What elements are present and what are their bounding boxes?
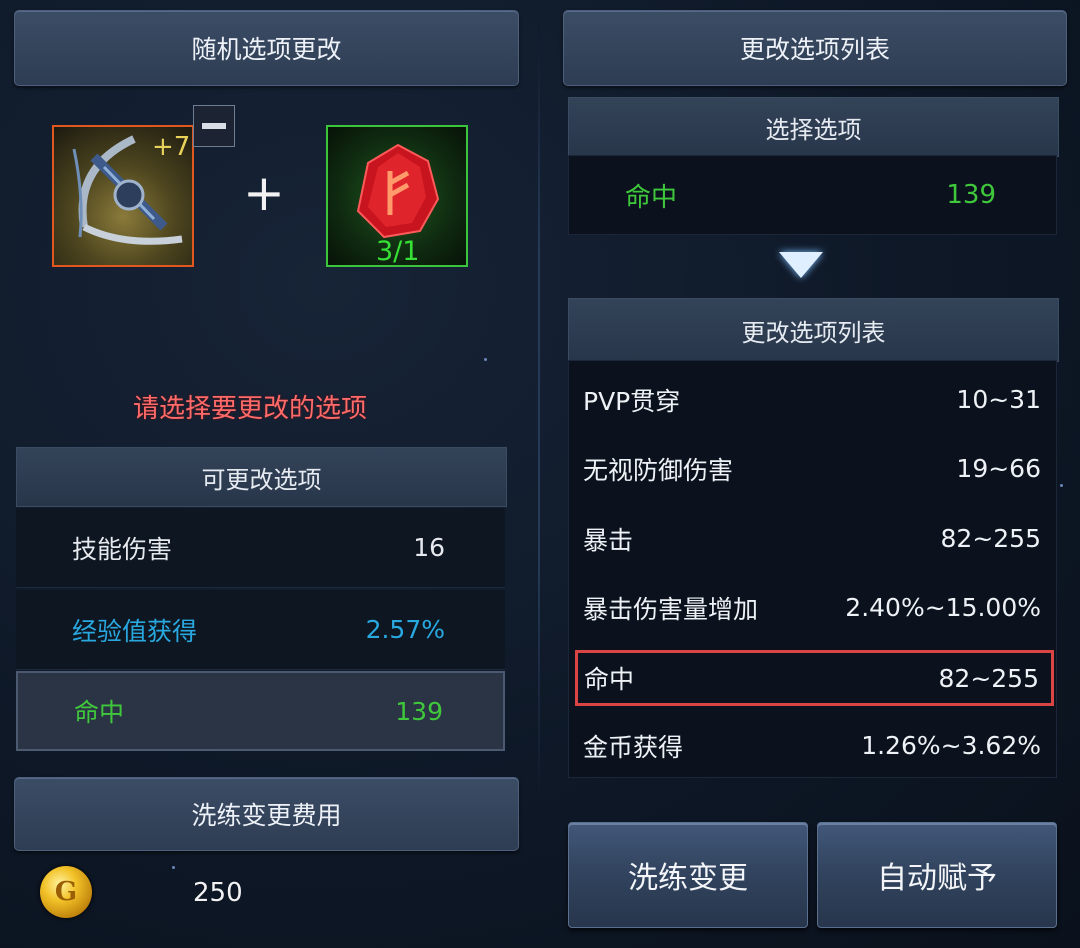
minus-icon [202, 123, 226, 129]
down-arrow-icon [779, 252, 823, 278]
list-item-range: 82~255 [938, 663, 1039, 693]
cost-header-title: 洗练变更费用 [191, 801, 342, 830]
gold-coin-icon: G [40, 866, 92, 918]
list-item-label: 无视防御伤害 [583, 455, 734, 485]
option-list-title: 更改选项列表 [741, 318, 886, 347]
list-item-label: 暴击 [583, 525, 634, 555]
remove-item-button[interactable] [193, 105, 235, 147]
option-value: 139 [395, 696, 443, 726]
list-item[interactable]: 暴击伤害量增加 2.40%~15.00% [568, 573, 1057, 642]
refine-change-label: 洗练变更 [628, 861, 748, 896]
warning-text: 请选择要更改的选项 [132, 394, 367, 424]
select-option-title: 选择选项 [765, 115, 862, 144]
changeable-options-title: 可更改选项 [201, 465, 322, 494]
change-option-list-header: 更改选项列表 [563, 10, 1067, 86]
list-item-range: 10~31 [956, 385, 1041, 414]
cost-value: 250 [193, 878, 243, 908]
list-item-range: 19~66 [956, 454, 1041, 483]
panel-divider [538, 20, 540, 790]
refine-cost-header: 洗练变更费用 [14, 777, 519, 851]
header-title: 更改选项列表 [739, 35, 890, 64]
auto-assign-button[interactable]: 自动赋予 [817, 822, 1057, 928]
rune-count: 3/1 [376, 236, 420, 267]
selected-option-label: 命中 [625, 182, 678, 213]
list-item-label: PVP贯穿 [583, 386, 681, 416]
option-label: 技能伤害 [72, 534, 173, 564]
option-row-accuracy-selected[interactable]: 命中 139 [16, 671, 505, 751]
list-item[interactable]: 无视防御伤害 19~66 [568, 434, 1057, 503]
refine-change-button[interactable]: 洗练变更 [568, 822, 808, 928]
list-item-label: 金币获得 [583, 732, 684, 762]
enhance-level: +7 [152, 132, 191, 162]
option-row-skill-damage[interactable]: 技能伤害 16 [16, 508, 505, 588]
option-value: 16 [413, 533, 445, 562]
header-title: 随机选项更改 [191, 35, 342, 64]
option-label: 命中 [74, 698, 125, 727]
option-row-exp-gain[interactable]: 经验值获得 2.57% [16, 590, 505, 670]
list-item[interactable]: 金币获得 1.26%~3.62% [568, 711, 1057, 780]
list-item-range: 82~255 [940, 524, 1041, 553]
list-item-label: 暴击伤害量增加 [583, 594, 759, 624]
star-dot [172, 866, 175, 869]
list-item-highlighted[interactable]: 命中 82~255 [575, 650, 1054, 706]
auto-assign-label: 自动赋予 [877, 861, 997, 896]
random-option-change-header: 随机选项更改 [14, 10, 519, 86]
star-dot [1060, 484, 1063, 487]
plus-icon: + [243, 164, 285, 222]
selected-option: 命中 139 [568, 155, 1057, 235]
list-item-label: 命中 [584, 665, 635, 694]
select-option-header: 选择选项 [568, 97, 1059, 157]
selected-option-value: 139 [946, 180, 996, 210]
list-item[interactable]: 暴击 82~255 [568, 504, 1057, 573]
option-value: 2.57% [365, 615, 445, 644]
option-list-header: 更改选项列表 [568, 298, 1059, 362]
option-label: 经验值获得 [72, 616, 198, 646]
star-dot [484, 358, 487, 361]
list-item[interactable]: PVP贯穿 10~31 [568, 365, 1057, 434]
list-item-range: 1.26%~3.62% [861, 731, 1041, 760]
list-item-range: 2.40%~15.00% [845, 593, 1041, 622]
changeable-options-header: 可更改选项 [16, 447, 507, 507]
